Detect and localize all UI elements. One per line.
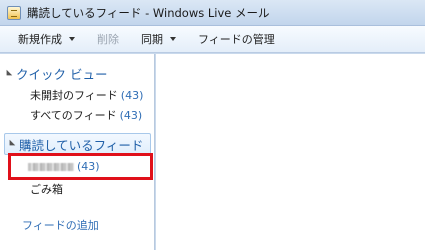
manage-feeds-label: フィードの管理 (198, 33, 275, 46)
toolbar: 新規作成 削除 同期 フィードの管理 (0, 26, 425, 53)
feed-content-pane (156, 54, 425, 250)
delete-button-label: 削除 (97, 33, 119, 46)
quick-view-header-label: クイック ビュー (16, 67, 108, 82)
feed-count: (43) (77, 160, 100, 173)
collapse-triangle-icon[interactable] (3, 69, 13, 78)
sync-button-label: 同期 (141, 33, 163, 46)
sidebar-item-trash[interactable]: ごみ箱 (30, 181, 63, 197)
add-feed-link[interactable]: フィードの追加 (22, 217, 99, 233)
sidebar-item-label: 未開封のフィード (30, 89, 118, 102)
chevron-down-icon[interactable] (170, 37, 176, 41)
sidebar-item-label: すべてのフィード (30, 109, 117, 122)
subscribed-feeds-header[interactable]: 購読しているフィード (4, 133, 151, 155)
all-count: (43) (119, 109, 143, 122)
blurred-feed-name (28, 163, 74, 171)
chevron-down-icon[interactable] (69, 37, 75, 41)
new-button[interactable]: 新規作成 (18, 31, 75, 47)
feed-app-icon (7, 5, 21, 20)
sidebar: クイック ビュー 未開封のフィード (43) すべてのフィード (43) 購読してい… (0, 54, 155, 250)
collapse-triangle-icon[interactable] (6, 139, 16, 149)
unread-count: (43) (120, 89, 144, 102)
subscribed-feeds-header-label: 購読しているフィード (19, 137, 144, 153)
sidebar-item-unread-feeds[interactable]: 未開封のフィード (43) (30, 87, 143, 103)
manage-feeds-button[interactable]: フィードの管理 (198, 31, 275, 47)
window-title: 購読しているフィード - Windows Live メール (27, 5, 270, 20)
new-button-label: 新規作成 (18, 33, 62, 46)
title-bar: 購読しているフィード - Windows Live メール (0, 0, 425, 26)
sidebar-item-all-feeds[interactable]: すべてのフィード (43) (30, 107, 142, 123)
sidebar-item-label: ごみ箱 (30, 183, 63, 196)
sync-button[interactable]: 同期 (141, 31, 176, 47)
quick-view-header[interactable]: クイック ビュー (3, 64, 108, 83)
sidebar-item-feed[interactable]: (43) (28, 160, 100, 173)
delete-button[interactable]: 削除 (97, 31, 119, 47)
